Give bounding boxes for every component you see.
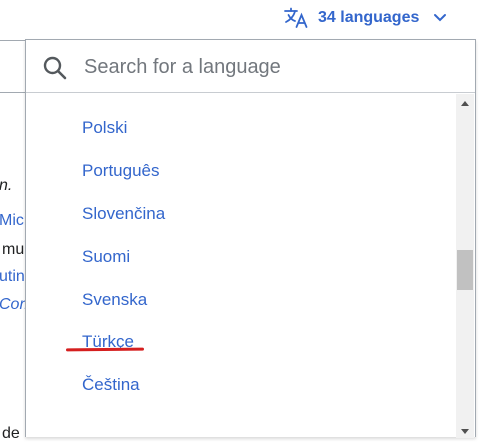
chevron-down-icon xyxy=(433,13,447,23)
language-list: Polski Português Slovenčina Suomi Svensk… xyxy=(26,94,456,438)
scroll-up-arrow-icon[interactable] xyxy=(461,101,469,106)
background-divider xyxy=(0,92,26,93)
language-item-portugues[interactable]: Português xyxy=(82,161,160,181)
scroll-down-arrow-icon[interactable] xyxy=(461,429,469,434)
translate-icon xyxy=(284,7,310,29)
scrollbar-thumb[interactable] xyxy=(457,250,473,290)
language-item-suomi[interactable]: Suomi xyxy=(82,247,130,267)
language-item-cestina[interactable]: Čeština xyxy=(82,375,140,395)
language-item-polski[interactable]: Polski xyxy=(82,118,127,138)
language-button[interactable]: 34 languages xyxy=(284,6,447,30)
language-search-input[interactable] xyxy=(82,52,456,82)
search-icon xyxy=(42,55,68,86)
language-search xyxy=(26,40,475,93)
language-count-label: 34 languages xyxy=(318,9,420,26)
background-text: n. xyxy=(0,177,13,194)
language-item-slovencina[interactable]: Slovenčina xyxy=(82,204,165,224)
background-link[interactable]: utin xyxy=(0,268,25,286)
language-dropdown: Polski Português Slovenčina Suomi Svensk… xyxy=(25,39,476,438)
language-item-svenska[interactable]: Svenska xyxy=(82,290,147,310)
background-text: de xyxy=(2,425,20,442)
list-scrollbar[interactable] xyxy=(456,94,474,438)
background-text: mu xyxy=(2,241,25,258)
background-divider xyxy=(0,40,26,41)
